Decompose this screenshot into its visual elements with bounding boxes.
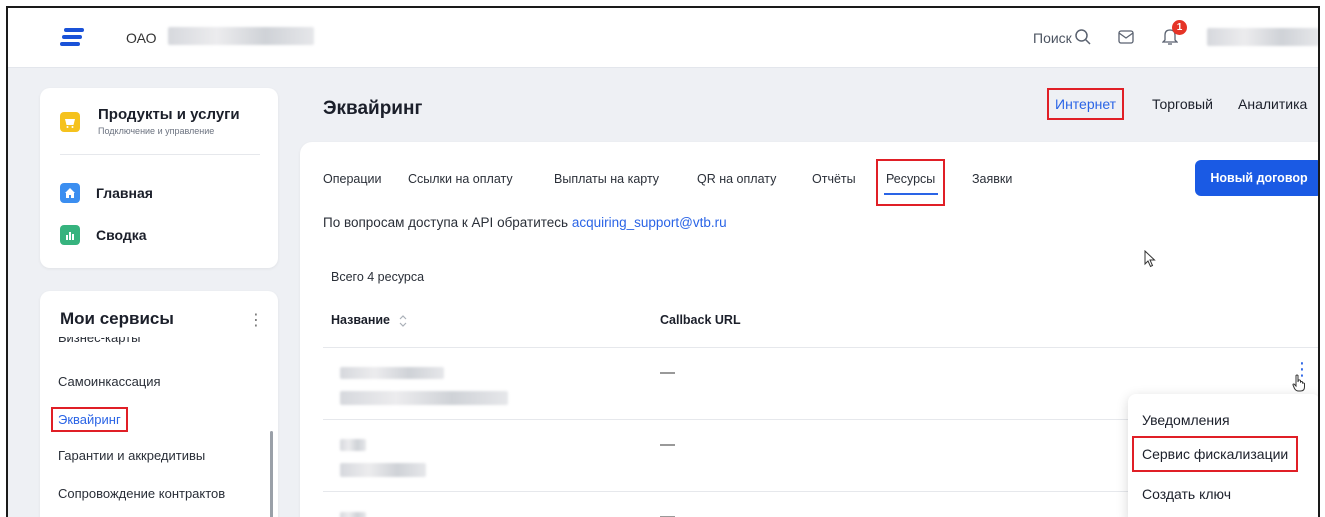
services-title: Мои сервисы [60, 309, 174, 328]
menu-item-notifications[interactable]: Уведомления [1142, 412, 1230, 428]
menu-item-create-key[interactable]: Создать ключ [1142, 486, 1231, 502]
resource-name-redacted [340, 512, 366, 517]
service-item-self-collection[interactable]: Самоинкассация [58, 374, 161, 389]
top-tab-analytics[interactable]: Аналитика [1238, 96, 1307, 112]
service-item-guarantees[interactable]: Гарантии и аккредитивы [58, 448, 205, 463]
search-label[interactable]: Поиск [1033, 30, 1072, 46]
tab-qr-payment[interactable]: QR на оплату [697, 172, 776, 186]
column-name-label: Название [331, 313, 391, 327]
home-icon [60, 183, 80, 203]
active-tab-indicator [884, 193, 938, 195]
menu-item-fiscal-service[interactable]: Сервис фискализации [1131, 436, 1299, 472]
products-title[interactable]: Продукты и услуги [98, 106, 240, 123]
app-window: ОАО Поиск 1 Продукты и услуги Подключени… [6, 6, 1320, 517]
support-email-link[interactable]: acquiring_support@vtb.ru [572, 215, 727, 230]
service-item-acquiring[interactable]: Эквайринг [51, 407, 128, 432]
row-context-menu: Уведомления Сервис фискализации Создать … [1128, 394, 1318, 517]
resource-name-redacted [340, 439, 366, 451]
hand-cursor-icon [1292, 374, 1305, 392]
vtb-logo-icon[interactable] [60, 28, 84, 46]
mail-icon[interactable] [1118, 30, 1134, 44]
callback-url-value: — [660, 508, 675, 517]
service-item-contracts[interactable]: Сопровождение контрактов [58, 486, 225, 501]
new-contract-button[interactable]: Новый договор [1195, 160, 1318, 196]
tab-resources[interactable]: Ресурсы [875, 159, 946, 206]
chart-icon [60, 225, 80, 245]
nav-item-summary[interactable]: Сводка [60, 224, 147, 246]
header-row-divider [323, 347, 1318, 348]
tab-payment-links[interactable]: Ссылки на оплату [408, 172, 513, 186]
sort-icon[interactable] [399, 314, 407, 328]
top-tab-internet[interactable]: Интернет [1046, 88, 1125, 120]
mouse-cursor-icon [1144, 250, 1156, 268]
products-card: Продукты и услуги Подключение и управлен… [40, 88, 278, 268]
divider [60, 154, 260, 155]
services-menu-icon[interactable]: ⋮ [248, 313, 264, 329]
resource-url-redacted [340, 463, 426, 477]
tab-card-payouts[interactable]: Выплаты на карту [554, 172, 659, 186]
tab-operations[interactable]: Операции [323, 172, 381, 186]
products-subtitle: Подключение и управление [98, 126, 215, 136]
page-title: Эквайринг [323, 98, 423, 119]
service-item-business-cards[interactable]: Бизнес-карты [58, 337, 140, 347]
callback-url-value: — [660, 436, 675, 453]
api-access-text: По вопросам доступа к API обратитесь acq… [323, 215, 727, 230]
user-name-redacted[interactable] [1207, 28, 1318, 46]
resource-count: Всего 4 ресурса [331, 270, 425, 284]
company-name-redacted [168, 27, 314, 45]
services-scrollbar[interactable] [270, 431, 273, 517]
tab-reports[interactable]: Отчёты [812, 172, 856, 186]
nav-label-home: Главная [96, 185, 153, 201]
tab-requests[interactable]: Заявки [972, 172, 1012, 186]
company-name: ОАО [126, 30, 157, 46]
services-card: Мои сервисы ⋮ Бизнес-карты Самоинкассаци… [40, 291, 278, 517]
top-tab-retail[interactable]: Торговый [1152, 96, 1213, 112]
callback-url-value: — [660, 364, 675, 381]
resource-url-redacted [340, 391, 508, 405]
notification-badge: 1 [1172, 20, 1187, 35]
search-icon[interactable] [1074, 28, 1092, 46]
cart-icon[interactable] [60, 112, 80, 132]
column-header-name[interactable]: Название [331, 313, 407, 328]
resource-name-redacted [340, 367, 444, 379]
nav-item-home[interactable]: Главная [60, 182, 153, 204]
column-header-callback-url: Callback URL [660, 313, 741, 327]
api-access-label: По вопросам доступа к API обратитесь [323, 215, 569, 230]
top-header: ОАО Поиск 1 [8, 8, 1318, 68]
nav-label-summary: Сводка [96, 227, 147, 243]
